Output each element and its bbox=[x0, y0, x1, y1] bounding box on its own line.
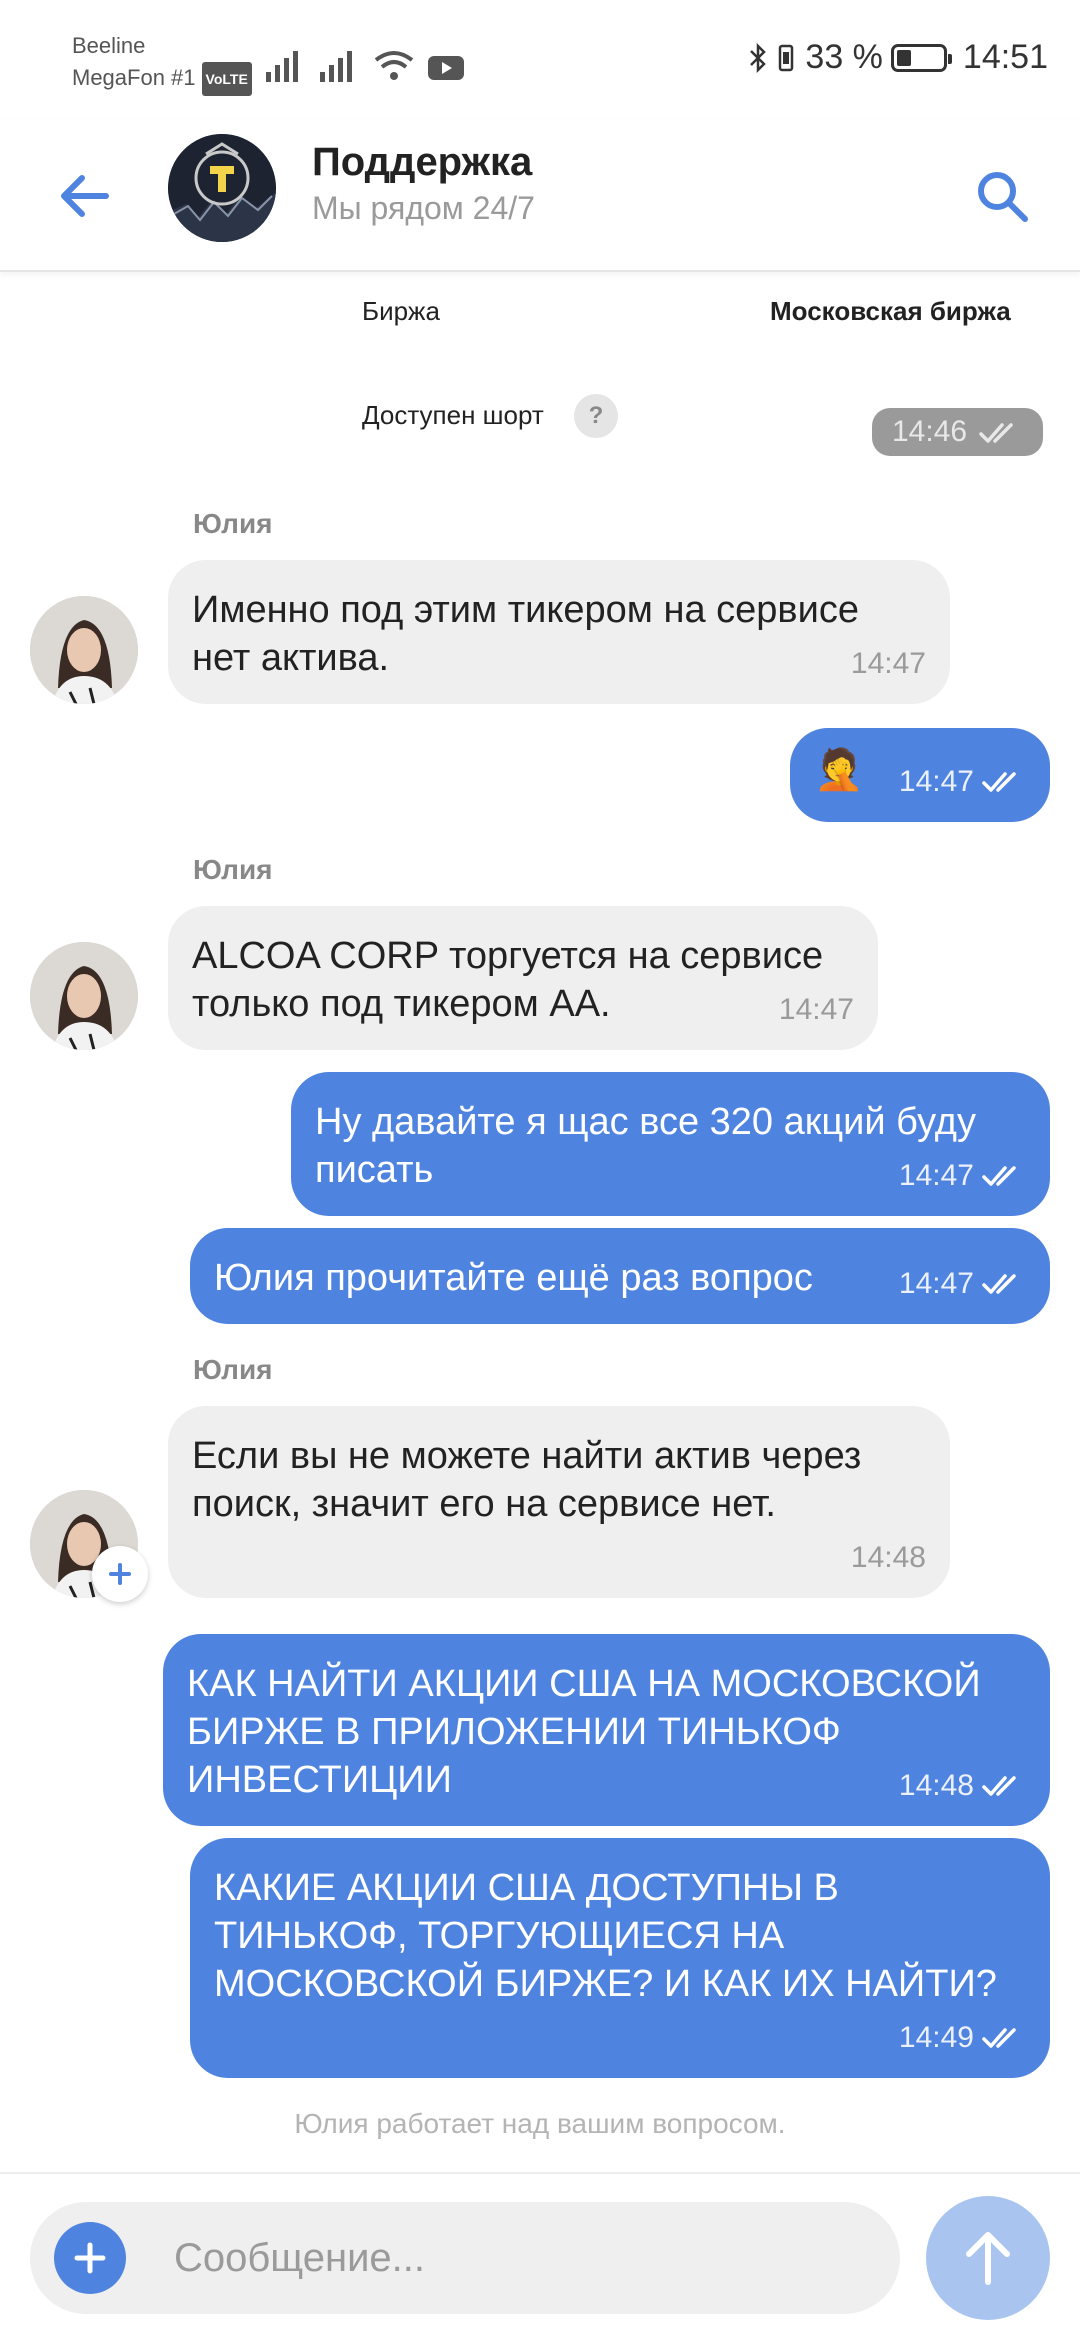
back-arrow-icon bbox=[61, 175, 109, 217]
message-input[interactable] bbox=[174, 2202, 874, 2314]
message-text: Именно под этим тикером на сервисе нет а… bbox=[192, 589, 859, 679]
message-time-pill: 14:46 bbox=[872, 408, 1044, 456]
battery-percent: 33 % bbox=[805, 38, 883, 76]
attach-button[interactable] bbox=[54, 2222, 126, 2294]
read-checkmarks-icon bbox=[982, 1274, 1016, 1294]
read-checkmarks-icon bbox=[982, 1776, 1016, 1796]
incoming-message[interactable]: Если вы не можете найти актив через поис… bbox=[168, 1406, 950, 1598]
outgoing-message[interactable]: 🤦 14:47 bbox=[790, 728, 1050, 822]
carrier-2: MegaFon #1 bbox=[72, 65, 196, 90]
sender-name: Юлия bbox=[193, 508, 273, 539]
battery-fill bbox=[896, 49, 912, 66]
network-icons bbox=[266, 42, 464, 82]
read-checkmarks-icon bbox=[979, 423, 1014, 443]
read-checkmarks-icon bbox=[982, 2028, 1016, 2048]
message-text: ALCOA CORP торгуется на сервисе только п… bbox=[192, 935, 824, 1025]
info-row-label: Биржа bbox=[362, 296, 440, 326]
message-input-wrapper bbox=[30, 2202, 900, 2314]
add-contact-button[interactable] bbox=[92, 1546, 148, 1602]
status-bar: Beeline MegaFon #1 VoLTE 33 % 14:51 bbox=[0, 0, 1080, 120]
message-composer bbox=[0, 2172, 1080, 2340]
typing-status: Юлия работает над вашим вопросом. bbox=[294, 2108, 786, 2139]
chat-header: Поддержка Мы рядом 24/7 bbox=[0, 120, 1080, 272]
vibrate-icon bbox=[779, 44, 794, 71]
message-time: 14:47 bbox=[850, 647, 926, 680]
outgoing-message[interactable]: Юлия прочитайте ещё раз вопрос 14:47 bbox=[190, 1228, 1050, 1324]
chat-area[interactable]: Биржа Московская биржа Доступен шорт ? 1… bbox=[0, 272, 1080, 2172]
message-text: КАКИЕ АКЦИИ США ДОСТУПНЫ В ТИНЬКОФ, ТОРГ… bbox=[214, 1867, 997, 2005]
message-time: 14:48 bbox=[850, 1541, 926, 1574]
message-text: Если вы не можете найти актив через поис… bbox=[192, 1435, 862, 1525]
agent-photo bbox=[30, 596, 138, 704]
support-logo[interactable] bbox=[168, 134, 276, 242]
message-time: 14:47 bbox=[778, 993, 854, 1026]
agent-photo bbox=[30, 942, 138, 1050]
plus-icon bbox=[74, 2242, 106, 2274]
message-time: 14:49 bbox=[898, 2021, 974, 2054]
incoming-message[interactable]: Именно под этим тикером на сервисе нет а… bbox=[168, 560, 950, 704]
signal-icon bbox=[266, 51, 298, 82]
avatar[interactable] bbox=[30, 942, 138, 1050]
back-button[interactable] bbox=[48, 160, 120, 232]
carrier-1: Beeline bbox=[72, 33, 146, 58]
youtube-icon bbox=[428, 56, 464, 80]
avatar[interactable] bbox=[30, 596, 138, 704]
clock: 14:51 bbox=[962, 38, 1048, 76]
read-checkmarks-icon bbox=[982, 772, 1016, 792]
read-checkmarks-icon bbox=[982, 1166, 1016, 1186]
sender-name: Юлия bbox=[193, 854, 273, 885]
message-time: 14:47 bbox=[898, 1267, 974, 1300]
outgoing-message[interactable]: КАКИЕ АКЦИИ США ДОСТУПНЫ В ТИНЬКОФ, ТОРГ… bbox=[190, 1838, 1050, 2078]
wifi-icon bbox=[374, 51, 414, 80]
support-logo-image bbox=[168, 134, 276, 242]
outgoing-message[interactable]: КАК НАЙТИ АКЦИИ США НА МОСКОВСКОЙ БИРЖЕ … bbox=[163, 1634, 1050, 1826]
status-right: 33 % 14:51 bbox=[749, 38, 1048, 77]
carrier-info: Beeline MegaFon #1 VoLTE bbox=[72, 30, 252, 97]
message-time: 14:47 bbox=[898, 765, 974, 798]
chat-subtitle: Мы рядом 24/7 bbox=[312, 190, 535, 226]
message-time: 14:48 bbox=[898, 1769, 974, 1802]
volte-badge: VoLTE bbox=[201, 62, 252, 97]
plus-icon bbox=[109, 1563, 131, 1585]
bluetooth-icon bbox=[750, 42, 767, 73]
search-icon bbox=[978, 172, 1028, 222]
signal-icon-2 bbox=[320, 51, 352, 82]
message-time: 14:46 bbox=[892, 415, 968, 448]
info-row-label: Доступен шорт bbox=[362, 400, 544, 430]
sender-name: Юлия bbox=[193, 1354, 273, 1385]
battery-icon bbox=[890, 43, 952, 72]
outgoing-message[interactable]: Ну давайте я щас все 320 акций буду писа… bbox=[291, 1072, 1050, 1216]
chat-title: Поддержка bbox=[312, 140, 533, 184]
message-time: 14:47 bbox=[898, 1159, 974, 1192]
info-row-value: Московская биржа bbox=[770, 296, 1011, 326]
arrow-up-icon bbox=[966, 2232, 1010, 2285]
send-button[interactable] bbox=[926, 2196, 1050, 2320]
help-badge[interactable]: ? bbox=[574, 394, 618, 438]
incoming-message[interactable]: ALCOA CORP торгуется на сервисе только п… bbox=[168, 906, 878, 1050]
search-button[interactable] bbox=[964, 158, 1040, 234]
